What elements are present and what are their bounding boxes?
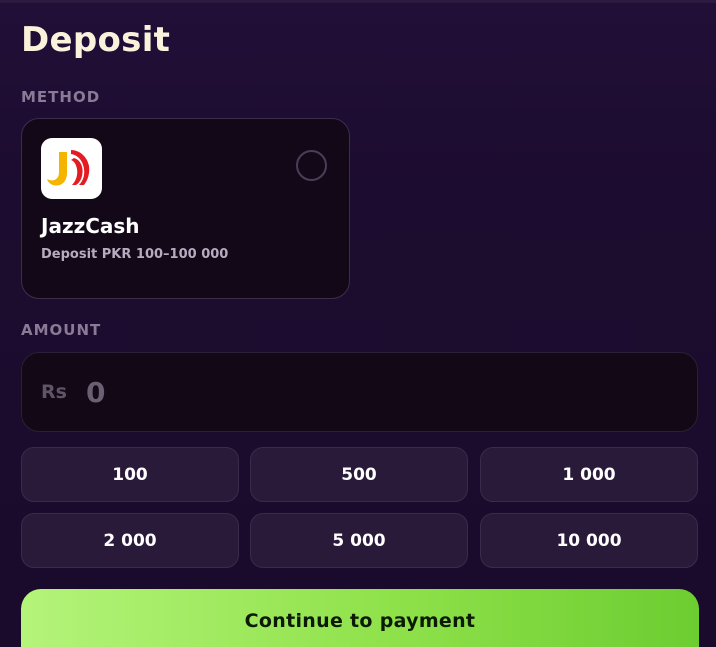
preset-amount-button[interactable]: 5 000 xyxy=(250,513,468,568)
continue-to-payment-button[interactable]: Continue to payment xyxy=(21,589,699,647)
preset-amount-button[interactable]: 2 000 xyxy=(21,513,239,568)
payment-method-card-jazzcash[interactable]: JazzCash Deposit PKR 100–100 000 xyxy=(21,118,350,299)
amount-input[interactable] xyxy=(86,371,666,413)
top-divider xyxy=(0,0,716,3)
preset-amount-button[interactable]: 10 000 xyxy=(480,513,698,568)
amount-field[interactable]: Rs xyxy=(21,352,698,432)
currency-symbol: Rs xyxy=(41,381,67,403)
method-limits: Deposit PKR 100–100 000 xyxy=(41,247,229,262)
preset-amount-button[interactable]: 1 000 xyxy=(480,447,698,502)
preset-amount-button[interactable]: 100 xyxy=(21,447,239,502)
deposit-page: Deposit METHOD JazzCash Deposit PKR 100–… xyxy=(0,0,716,647)
jazzcash-logo-icon xyxy=(41,138,102,199)
method-name: JazzCash xyxy=(41,214,140,238)
preset-amount-button[interactable]: 500 xyxy=(250,447,468,502)
page-title: Deposit xyxy=(21,20,171,60)
method-radio[interactable] xyxy=(296,150,327,181)
method-section-label: METHOD xyxy=(21,88,101,106)
amount-section-label: AMOUNT xyxy=(21,321,102,339)
